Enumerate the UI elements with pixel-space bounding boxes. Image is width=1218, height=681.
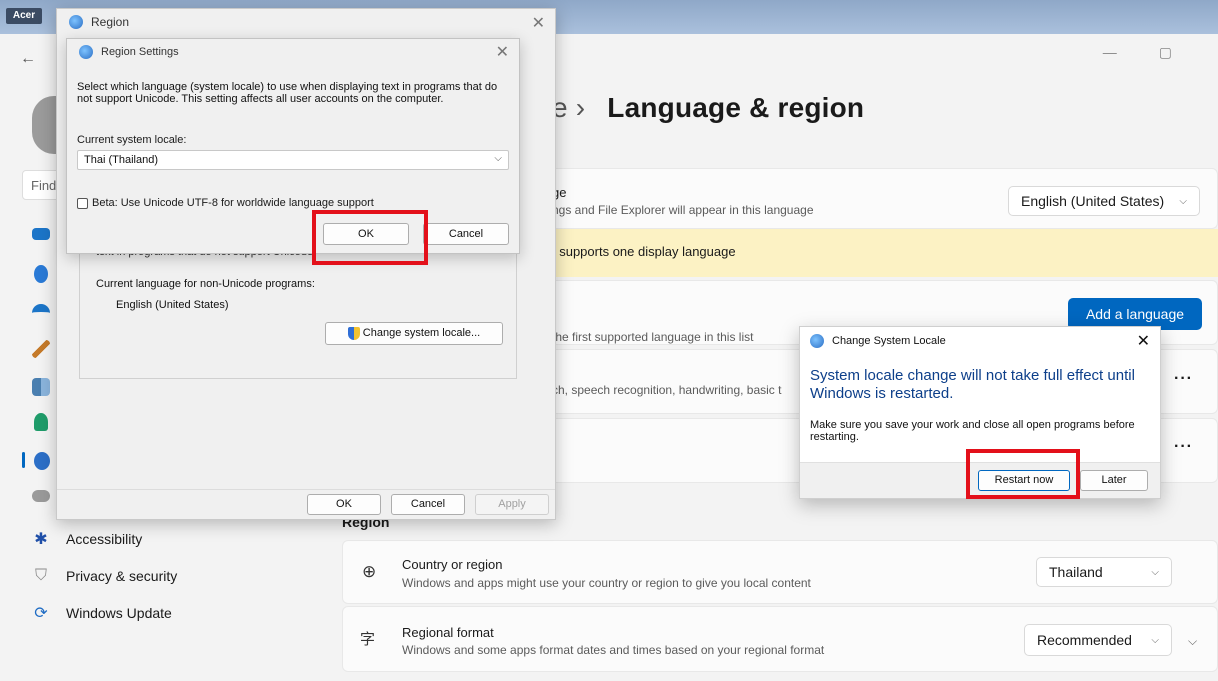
change-locale-titlebar: Change System Locale	[810, 334, 946, 348]
globe-icon: ⊕	[362, 562, 377, 581]
change-system-locale-button[interactable]: Change system locale...	[325, 322, 503, 345]
acer-logo: Acer	[6, 8, 42, 24]
chevron-down-icon: ⌵	[1151, 634, 1159, 646]
sidebar-item-privacy[interactable]: ⛉ Privacy & security	[32, 567, 177, 585]
back-arrow-icon[interactable]: ←	[20, 50, 36, 68]
sidebar-item-label: Windows Update	[66, 605, 172, 621]
region-settings-description: Select which language (system locale) to…	[77, 81, 498, 105]
globe-icon	[69, 15, 83, 29]
select-value: Thai (Thailand)	[84, 154, 158, 166]
region-settings-dialog: Region Settings ✕ Select which language …	[66, 38, 520, 254]
dropdown-value: Recommended	[1037, 632, 1132, 648]
system-locale-select[interactable]: Thai (Thailand) ⌵	[77, 150, 509, 170]
cancel-button[interactable]: Cancel	[423, 223, 509, 245]
beta-utf8-checkbox-row[interactable]: Beta: Use Unicode UTF-8 for worldwide la…	[77, 197, 374, 209]
expand-chevron-icon[interactable]: ⌵	[1188, 634, 1197, 649]
display-language-desc: ngs and File Explorer will appear in thi…	[552, 203, 814, 217]
country-desc: Windows and apps might use your country …	[402, 576, 811, 590]
accounts-icon[interactable]	[34, 413, 48, 431]
notice-text: / supports one display language	[552, 244, 736, 259]
restart-highlight-box	[966, 449, 1080, 499]
language-features-desc: ch, speech recognition, handwriting, bas…	[552, 383, 782, 397]
page-title: e › Language & region	[552, 92, 864, 124]
window-controls: — ▢	[1103, 44, 1218, 61]
more-options-icon[interactable]: ···	[1174, 438, 1193, 456]
globe-icon	[810, 334, 824, 348]
current-lang-label: Current language for non-Unicode program…	[96, 278, 315, 290]
restart-headline: System locale change will not take full …	[810, 367, 1135, 402]
sidebar-item-label: Accessibility	[66, 531, 143, 547]
dialog-title: Change System Locale	[832, 335, 946, 347]
update-icon: ⟳	[34, 605, 48, 622]
ok-highlight-box	[312, 210, 428, 265]
button-label: Change system locale...	[362, 327, 481, 339]
network-icon[interactable]	[32, 304, 50, 322]
uac-shield-icon	[347, 326, 360, 340]
format-icon: 字	[360, 631, 376, 648]
region-dialog-footer: OK Cancel Apply	[57, 489, 555, 519]
beta-utf8-checkbox[interactable]	[77, 197, 88, 209]
regional-format-title: Regional format	[402, 625, 494, 640]
later-button[interactable]: Later	[1080, 470, 1148, 491]
globe-icon	[79, 45, 93, 59]
chevron-down-icon: ⌵	[1151, 566, 1159, 578]
display-icon[interactable]	[32, 228, 50, 240]
dialog-title: Region Settings	[101, 46, 179, 58]
page-title-text: Language & region	[607, 92, 865, 123]
chevron-down-icon: ⌵	[1179, 195, 1187, 207]
region-settings-titlebar: Region Settings	[79, 45, 179, 59]
locale-label: Current system locale:	[77, 134, 187, 146]
checkbox-label: Beta: Use Unicode UTF-8 for worldwide la…	[92, 197, 374, 209]
dropdown-value: English (United States)	[1021, 193, 1165, 209]
regional-format-desc: Windows and some apps format dates and t…	[402, 643, 825, 657]
apply-button[interactable]: Apply	[475, 494, 549, 515]
country-dropdown[interactable]: Thailand ⌵	[1036, 557, 1172, 587]
restart-body: Make sure you save your work and close a…	[810, 419, 1135, 443]
sidebar-item-accessibility[interactable]: ✱ Accessibility	[32, 530, 142, 548]
more-options-icon[interactable]: ···	[1174, 370, 1193, 388]
sidebar-item-windows-update[interactable]: ⟳ Windows Update	[32, 604, 172, 622]
maximize-button[interactable]: ▢	[1159, 44, 1172, 61]
accessibility-icon: ✱	[34, 531, 48, 548]
dropdown-value: Thailand	[1049, 564, 1103, 580]
gaming-icon[interactable]	[32, 490, 50, 502]
preferred-languages-desc: the first supported language in this lis…	[552, 330, 754, 344]
close-icon[interactable]: ✕	[532, 13, 545, 33]
chevron-down-icon: ⌵	[494, 153, 502, 164]
minimize-button[interactable]: —	[1103, 44, 1117, 61]
apps-icon[interactable]	[32, 378, 50, 396]
country-title: Country or region	[402, 557, 503, 572]
nav-selection-indicator	[22, 452, 25, 468]
ok-button[interactable]: OK	[307, 494, 381, 515]
region-dialog-titlebar: Region	[69, 15, 129, 29]
display-language-dropdown[interactable]: English (United States) ⌵	[1008, 186, 1200, 216]
regional-format-dropdown[interactable]: Recommended ⌵	[1024, 624, 1172, 656]
close-icon[interactable]: ✕	[496, 42, 509, 62]
time-language-icon[interactable]	[34, 452, 50, 470]
close-icon[interactable]: ✕	[1137, 331, 1150, 351]
bluetooth-icon[interactable]	[34, 265, 48, 283]
personalization-icon[interactable]	[32, 340, 50, 358]
breadcrumb: e ›	[552, 92, 586, 123]
current-lang-value: English (United States)	[116, 299, 229, 311]
cancel-button[interactable]: Cancel	[391, 494, 465, 515]
sidebar-item-label: Privacy & security	[66, 568, 178, 584]
shield-icon: ⛉	[34, 567, 47, 584]
dialog-title: Region	[91, 15, 130, 29]
